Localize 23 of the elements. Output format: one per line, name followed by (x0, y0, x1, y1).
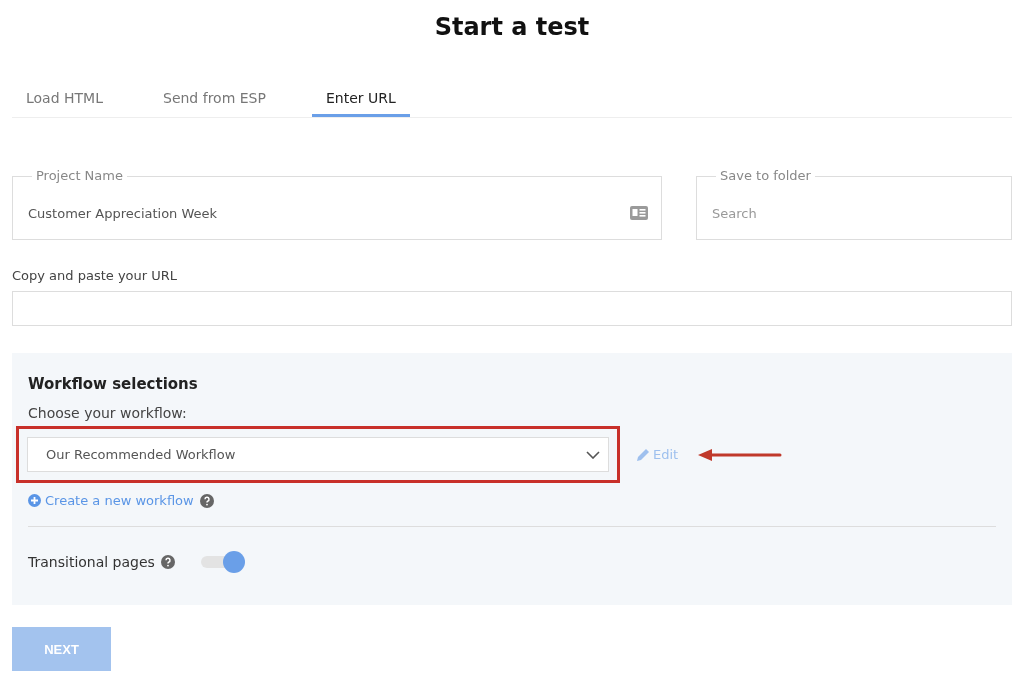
tab[interactable]: Load HTML (12, 90, 117, 117)
help-icon[interactable] (199, 493, 214, 508)
url-label: Copy and paste your URL (12, 268, 179, 283)
project-name-field[interactable]: Project Name Customer Appreciation Week (12, 167, 662, 240)
url-input-field[interactable] (12, 291, 1012, 326)
pencil-icon (636, 447, 650, 462)
create-workflow-link[interactable]: Create a new workflow (28, 493, 194, 508)
help-icon[interactable] (160, 555, 175, 569)
save-to-folder-field[interactable]: Save to folder Search (696, 167, 1012, 240)
tab[interactable]: Send from ESP (149, 90, 280, 117)
page-title: Start a test (433, 12, 591, 43)
project-name-input[interactable]: Customer Appreciation Week (26, 204, 630, 222)
plus-circle-icon (28, 494, 41, 507)
field-label: Project Name (32, 167, 127, 185)
tab[interactable]: Enter URL (311, 90, 410, 117)
toggle-switch[interactable] (200, 551, 245, 573)
section-heading: Workflow selections (28, 375, 199, 393)
workflow-label: Choose your workflow: (28, 405, 188, 421)
workflow-dropdown[interactable]: Our Recommended Workflow (27, 437, 609, 472)
contact-card-icon (630, 206, 648, 220)
folder-search-input[interactable]: Search (710, 204, 998, 222)
transitional-pages-label: Transitional pages (28, 554, 155, 570)
chevron-down-icon (586, 450, 600, 459)
